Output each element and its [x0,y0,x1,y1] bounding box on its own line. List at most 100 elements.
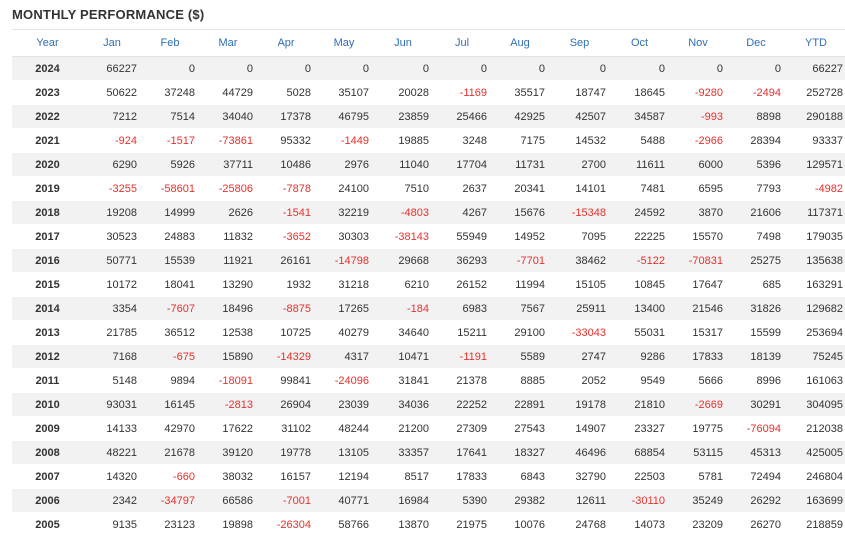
ytd-cell: 179035 [785,224,845,249]
year-cell: 2006 [12,488,83,513]
month-cell: -8875 [257,296,315,321]
month-cell: 32219 [315,200,373,225]
month-cell: 14101 [549,176,610,201]
year-cell: 2017 [12,224,83,249]
month-cell: 2637 [433,176,491,201]
table-row: 2010 93031 16145 -2813 26904 23039 34036 22252 2… [12,392,845,417]
month-cell: 35249 [669,488,727,513]
month-cell: 22252 [433,392,491,417]
month-cell: 17833 [669,344,727,369]
month-cell: 20341 [491,176,549,201]
month-cell: 0 [257,56,315,81]
month-cell: 48221 [83,440,141,465]
column-header-nov: Nov [669,29,727,57]
month-cell: 15539 [141,248,199,273]
column-header-ytd: YTD [785,29,845,57]
month-cell: 95332 [257,128,315,153]
month-cell: 14999 [141,200,199,225]
month-cell: 2700 [549,152,610,177]
table-row: 2013 21785 36512 12538 10725 40279 34640 15211 2… [12,320,845,345]
month-cell: 31102 [257,416,315,441]
month-cell: 15890 [199,344,257,369]
month-cell: 8898 [727,104,785,129]
month-cell: -26304 [257,512,315,537]
table-row: 2008 48221 21678 39120 19778 13105 33357 17641 1… [12,440,845,465]
month-cell: 39120 [199,440,257,465]
month-cell: 20028 [373,80,433,105]
column-header-feb: Feb [141,29,199,57]
month-cell: 17704 [433,152,491,177]
month-cell: -30110 [610,488,669,513]
year-cell: 2019 [12,176,83,201]
column-header-sep: Sep [549,29,610,57]
month-cell: 68854 [610,440,669,465]
month-cell: 99841 [257,368,315,393]
month-cell: 36512 [141,320,199,345]
year-cell: 2023 [12,80,83,105]
month-cell: 21200 [373,416,433,441]
column-header-oct: Oct [610,29,669,57]
month-cell: 8885 [491,368,549,393]
month-cell: 26270 [727,512,785,537]
month-cell: 50622 [83,80,141,105]
month-cell: 6983 [433,296,491,321]
year-cell: 2008 [12,440,83,465]
month-cell: 17641 [433,440,491,465]
ytd-cell: 129571 [785,152,845,177]
month-cell: 25275 [727,248,785,273]
month-cell: 14320 [83,464,141,489]
month-cell: 15211 [433,320,491,345]
table-row: 2011 5148 9894 -18091 99841 -24096 31841 21378 8… [12,368,845,393]
month-cell: 42507 [549,104,610,129]
month-cell: 18645 [610,80,669,105]
month-cell: 6595 [669,176,727,201]
month-cell: 7168 [83,344,141,369]
month-cell: 11040 [373,152,433,177]
month-cell: 11994 [491,272,549,297]
month-cell: 30303 [315,224,373,249]
year-cell: 2018 [12,200,83,225]
ytd-cell: 253694 [785,320,845,345]
month-cell: -24096 [315,368,373,393]
month-cell: 21606 [727,200,785,225]
month-cell: -14798 [315,248,373,273]
month-cell: 31841 [373,368,433,393]
table-row: 2020 6290 5926 37711 10486 2976 11040 17704 1173… [12,152,845,177]
month-cell: 16984 [373,488,433,513]
month-cell: 10076 [491,512,549,537]
month-cell: 18496 [199,296,257,321]
month-cell: 10172 [83,272,141,297]
month-cell: -993 [669,104,727,129]
month-cell: 28394 [727,128,785,153]
month-cell: 24592 [610,200,669,225]
month-cell: 18041 [141,272,199,297]
table-row: 2021 -924 -1517 -73861 95332 -1449 19885 3248 71… [12,128,845,153]
month-cell: 23327 [610,416,669,441]
month-cell: 5589 [491,344,549,369]
table-row: 2022 7212 7514 34040 17378 46795 23859 25466 429… [12,104,845,129]
month-cell: 17833 [433,464,491,489]
month-cell: 21546 [669,296,727,321]
month-cell: -38143 [373,224,433,249]
month-cell: -7001 [257,488,315,513]
year-cell: 2009 [12,416,83,441]
month-cell: 13400 [610,296,669,321]
month-cell: 66586 [199,488,257,513]
month-cell: 27309 [433,416,491,441]
month-cell: 12538 [199,320,257,345]
month-cell: 4317 [315,344,373,369]
month-cell: 93031 [83,392,141,417]
month-cell: 34040 [199,104,257,129]
month-cell: 6000 [669,152,727,177]
month-cell: 55949 [433,224,491,249]
month-cell: 10471 [373,344,433,369]
monthly-performance-table: Year Jan Feb Mar Apr May Jun Jul Aug Sep Oct Nov Dec… [12,29,845,537]
column-header-mar: Mar [199,29,257,57]
month-cell: 2342 [83,488,141,513]
month-cell: 18747 [549,80,610,105]
month-cell: 8517 [373,464,433,489]
month-cell: 0 [141,56,199,81]
month-cell: -3652 [257,224,315,249]
ytd-cell: 246804 [785,464,845,489]
month-cell: 685 [727,272,785,297]
